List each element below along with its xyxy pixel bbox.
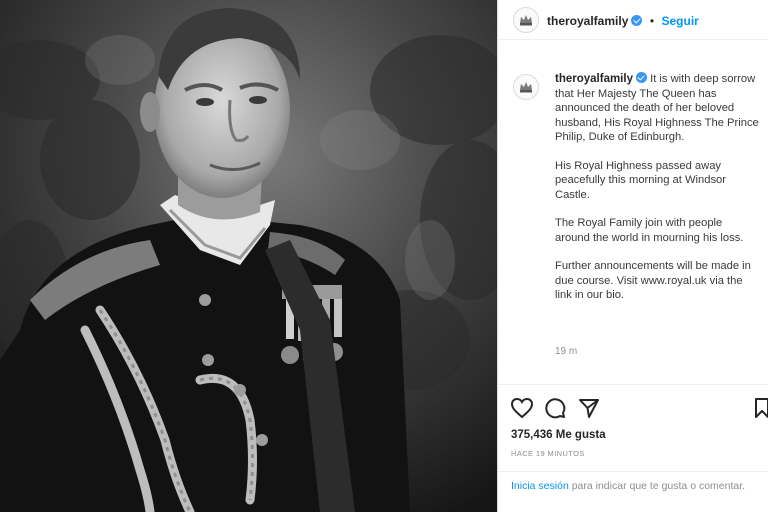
caption-paragraph-3: The Royal Family join with people around… bbox=[555, 217, 744, 244]
follow-button[interactable]: Seguir bbox=[661, 14, 698, 28]
caption-paragraph-4: Further announcements will be made in du… bbox=[555, 260, 751, 301]
share-icon bbox=[579, 399, 599, 418]
post-side-panel: theroyalfamily • Seguir theroyalfamily I… bbox=[497, 0, 768, 512]
post-caption: theroyalfamily It is with deep sorrow th… bbox=[555, 72, 760, 317]
post-photo[interactable] bbox=[0, 0, 497, 512]
share-button[interactable] bbox=[578, 397, 600, 424]
heart-icon bbox=[510, 397, 534, 419]
caption-paragraph-1: theroyalfamily It is with deep sorrow th… bbox=[555, 72, 760, 145]
caption-avatar[interactable] bbox=[513, 74, 539, 100]
post-age[interactable]: HACE 19 MINUTOS bbox=[511, 449, 585, 458]
separator-dot: • bbox=[649, 14, 655, 28]
bookmark-icon bbox=[755, 398, 768, 418]
comment-button[interactable] bbox=[544, 397, 566, 424]
verified-badge-icon bbox=[631, 15, 643, 26]
comment-icon bbox=[545, 398, 566, 419]
royal-crest-icon bbox=[520, 15, 532, 26]
header-user-line: theroyalfamily • Seguir bbox=[547, 12, 699, 30]
header-username[interactable]: theroyalfamily bbox=[547, 14, 628, 28]
post-actions-section: 375,436 Me gusta HACE 19 MINUTOS Inicia … bbox=[498, 384, 768, 502]
royal-crest-icon bbox=[520, 82, 532, 93]
login-prompt-text: para indicar que te gusta o comentar. bbox=[568, 480, 746, 492]
login-link[interactable]: Inicia sesión bbox=[511, 480, 569, 492]
portrait-image bbox=[0, 0, 497, 512]
profile-avatar[interactable] bbox=[513, 7, 539, 33]
caption-username[interactable]: theroyalfamily bbox=[555, 73, 633, 85]
caption-paragraph-2: His Royal Highness passed away peacefull… bbox=[555, 159, 726, 201]
caption-timestamp[interactable]: 19 m bbox=[555, 346, 577, 357]
login-prompt: Inicia sesión para indicar que te gusta … bbox=[498, 471, 768, 503]
like-button[interactable] bbox=[510, 397, 534, 424]
save-button[interactable] bbox=[754, 397, 768, 424]
likes-count[interactable]: 375,436 Me gusta bbox=[511, 429, 606, 441]
verified-badge-icon bbox=[635, 72, 647, 83]
post-header: theroyalfamily • Seguir bbox=[498, 0, 768, 40]
